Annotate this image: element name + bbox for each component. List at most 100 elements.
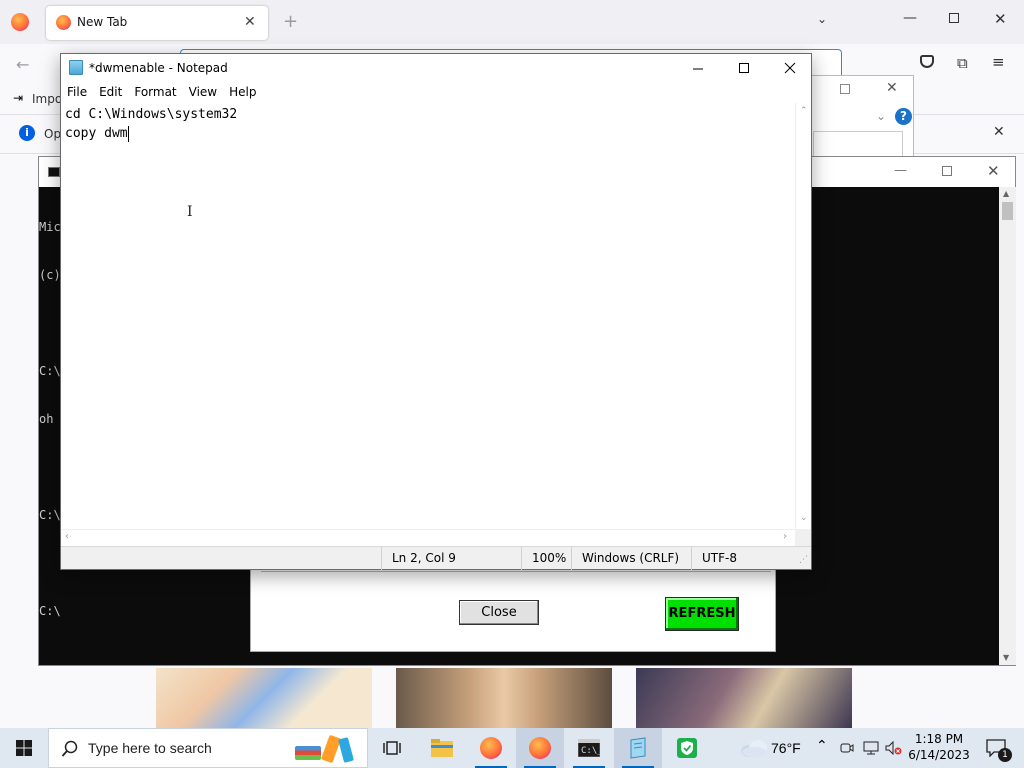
status-bar: Ln 2, Col 9 100% Windows (CRLF) UTF-8 ⋰ — [61, 546, 812, 570]
start-button[interactable] — [0, 728, 48, 768]
help-icon[interactable]: ? — [895, 108, 912, 125]
security-shield-icon — [677, 738, 697, 758]
notepad-app-icon — [69, 60, 83, 75]
pocket-icon[interactable] — [920, 55, 934, 68]
back-icon[interactable]: ← — [16, 55, 29, 74]
weather-widget[interactable]: 76°F — [738, 728, 806, 768]
search-placeholder: Type here to search — [88, 740, 212, 756]
editor-line: copy dwm — [65, 124, 795, 143]
firefox-button[interactable] — [467, 728, 515, 768]
scroll-up-icon[interactable]: ▲ — [1003, 189, 1009, 198]
firefox-tab-icon — [56, 15, 71, 30]
console-scrollbar[interactable]: ▲ ▼ — [999, 187, 1016, 665]
shortcut-tile-3[interactable] — [636, 668, 852, 728]
close-window-icon[interactable]: ✕ — [994, 10, 1007, 28]
scrollbar-corner — [795, 529, 811, 546]
firefox-icon — [480, 737, 502, 759]
menu-view[interactable]: View — [183, 82, 223, 103]
resize-grip-icon[interactable]: ⋰ — [799, 555, 808, 565]
refresh-dialog: Close REFRESH — [250, 566, 776, 652]
menu-edit[interactable]: Edit — [93, 82, 128, 103]
dialog-divider — [261, 571, 771, 575]
extensions-icon[interactable]: ⧉ — [957, 54, 968, 72]
tab-new-tab[interactable]: New Tab ✕ — [46, 6, 268, 40]
tab-label: New Tab — [77, 15, 128, 29]
menu-icon[interactable]: ≡ — [992, 53, 1005, 71]
import-bookmarks-label[interactable]: Impo — [32, 92, 62, 106]
scroll-down-icon[interactable]: ⌄ — [800, 513, 808, 523]
notification-count-badge: 1 — [998, 748, 1012, 762]
horizontal-scrollbar[interactable]: ‹ › — [61, 529, 795, 546]
notepad-close-button[interactable] — [767, 54, 813, 82]
clock-time: 1:18 PM — [914, 732, 964, 746]
weather-temperature: 76°F — [771, 740, 801, 756]
show-hidden-icons-icon[interactable]: ⌃ — [816, 738, 828, 754]
security-button[interactable] — [663, 728, 711, 768]
search-highlight-image — [295, 734, 361, 764]
close-icon — [784, 62, 796, 74]
dialog-maximize-icon[interactable] — [840, 84, 850, 94]
new-tab-icon[interactable]: + — [283, 11, 298, 32]
close-button[interactable]: Close — [459, 600, 539, 625]
restore-icon[interactable] — [949, 13, 959, 23]
dialog-chevron-icon[interactable]: ⌄ — [876, 109, 886, 123]
scroll-right-icon[interactable]: › — [783, 531, 787, 542]
firefox-active-icon — [529, 737, 551, 759]
info-icon: i — [19, 125, 35, 141]
scroll-up-icon[interactable]: ⌃ — [800, 106, 808, 116]
cmd-close-icon[interactable]: ✕ — [987, 162, 1000, 180]
list-tabs-icon[interactable]: ⌄ — [817, 12, 827, 26]
dialog-field[interactable] — [813, 131, 903, 157]
notepad-icon — [630, 737, 646, 759]
dismiss-notice-icon[interactable]: ✕ — [993, 124, 1005, 140]
scroll-left-icon[interactable]: ‹ — [65, 531, 69, 542]
windows-start-icon — [16, 740, 32, 756]
console-line: C:\ — [39, 604, 61, 618]
taskbar: Type here to search C:\_ 76°F ⌃ 1 — [0, 728, 1024, 768]
editor-line: cd C:\Windows\system32 — [65, 107, 238, 122]
cmd-maximize-icon[interactable] — [942, 166, 952, 176]
dialog-close-icon[interactable]: ✕ — [886, 80, 898, 96]
notepad-taskbar-button[interactable] — [614, 728, 662, 768]
firefox-active-button[interactable] — [516, 728, 564, 768]
network-icon[interactable] — [863, 741, 879, 755]
clock-date: 6/14/2023 — [908, 748, 970, 762]
task-view-icon — [383, 741, 401, 755]
status-encoding: UTF-8 — [691, 547, 812, 570]
search-icon — [61, 740, 78, 757]
notepad-minimize-button[interactable] — [675, 54, 721, 82]
import-icon: ⇥ — [13, 91, 24, 105]
minimize-icon[interactable]: — — [903, 10, 917, 26]
menu-bar: File Edit Format View Help — [61, 82, 811, 103]
menu-help[interactable]: Help — [223, 82, 262, 103]
taskbar-search-box[interactable]: Type here to search — [48, 728, 368, 768]
text-caret — [127, 126, 129, 142]
shortcut-tile-1[interactable] — [156, 668, 372, 728]
minimize-icon — [693, 68, 703, 70]
status-line-ending: Windows (CRLF) — [571, 547, 702, 570]
shortcut-tile-2[interactable] — [396, 668, 612, 728]
meet-now-icon[interactable] — [840, 741, 854, 755]
terminal-icon: C:\_ — [578, 739, 600, 757]
file-explorer-button[interactable] — [418, 728, 466, 768]
notepad-window: *dwmenable - Notepad File Edit Format View H… — [60, 53, 812, 570]
vertical-scrollbar[interactable]: ⌃ ⌄ — [795, 103, 811, 529]
file-explorer-icon — [431, 739, 453, 757]
menu-format[interactable]: Format — [128, 82, 182, 103]
window-title: *dwmenable - Notepad — [89, 61, 228, 75]
browser-tab-strip: New Tab ✕ + ⌄ — ✕ — [0, 0, 1024, 44]
editor-line-text: copy dwm — [65, 126, 128, 141]
terminal-button[interactable]: C:\_ — [565, 728, 613, 768]
menu-file[interactable]: File — [61, 82, 93, 103]
cmd-minimize-icon[interactable]: — — [894, 163, 907, 178]
notification-center-button[interactable]: 1 — [982, 728, 1024, 768]
notepad-maximize-button[interactable] — [721, 54, 767, 82]
scroll-down-icon[interactable]: ▼ — [1003, 653, 1009, 662]
close-tab-icon[interactable]: ✕ — [244, 14, 256, 30]
clock[interactable]: 1:18 PM 6/14/2023 — [896, 731, 982, 763]
task-view-button[interactable] — [368, 728, 416, 768]
refresh-button[interactable]: REFRESH — [665, 597, 739, 631]
scroll-thumb[interactable] — [1002, 202, 1013, 220]
text-editor-area[interactable]: cd C:\Windows\system32 copy dwm I — [61, 103, 795, 529]
cloud-icon — [741, 740, 767, 757]
